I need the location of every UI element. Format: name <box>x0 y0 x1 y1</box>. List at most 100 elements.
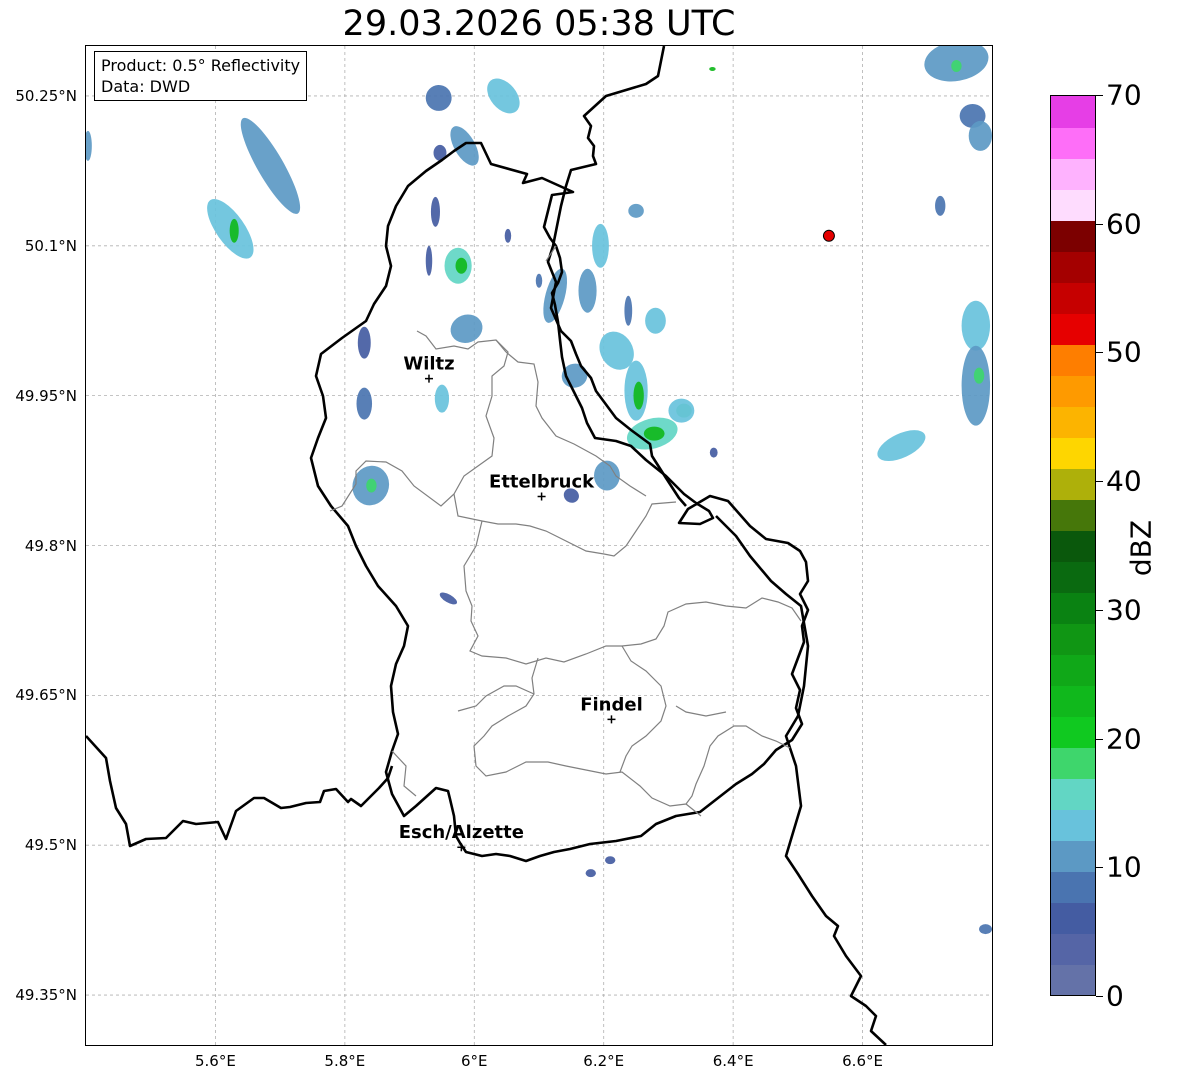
colorbar <box>1050 95 1096 996</box>
radar-echo-cell <box>585 869 596 878</box>
colorbar-tick-label: 0 <box>1106 979 1124 1013</box>
city-label: Ettelbruck <box>489 472 595 493</box>
radar-echo-cell <box>240 117 301 214</box>
colorbar-tick <box>1096 738 1103 740</box>
colorbar-segment <box>1051 685 1095 717</box>
product-label: Product: 0.5° Reflectivity <box>101 56 301 75</box>
colorbar-segment <box>1051 96 1095 128</box>
city-marker <box>424 374 433 383</box>
radar-echo-cell <box>877 430 926 462</box>
radar-echo-cell <box>668 398 695 423</box>
radar-echo-cell <box>643 426 665 441</box>
radar-echo-cell <box>709 66 716 71</box>
latitude-tick-label: 49.95°N <box>15 386 77 405</box>
gridlines <box>86 46 992 1045</box>
colorbar-segment <box>1051 654 1095 686</box>
colorbar-segment <box>1051 840 1095 872</box>
colorbar-unit-label: dBZ <box>1124 519 1158 577</box>
colorbar-tick-label: 20 <box>1106 722 1142 756</box>
radar-echo-cell <box>425 245 433 276</box>
radar-echo-cell <box>709 447 718 458</box>
colorbar-tick <box>1096 352 1103 354</box>
colorbar-segment <box>1051 282 1095 314</box>
radar-echo-cell <box>633 381 644 410</box>
colorbar-segment <box>1051 561 1095 593</box>
radar-echo-cell <box>979 924 992 935</box>
longitude-tick-label: 6.2°E <box>583 1052 625 1070</box>
radar-echo-cell <box>455 257 468 274</box>
colorbar-tick-label: 50 <box>1106 335 1142 369</box>
colorbar-segment <box>1051 437 1095 469</box>
latitude-tick-label: 49.65°N <box>15 686 77 705</box>
colorbar-tick-label: 30 <box>1106 593 1142 627</box>
radar-echo-cell <box>504 228 512 243</box>
radar-echo-cell <box>430 196 440 227</box>
colorbar-segment <box>1051 189 1095 221</box>
radar-echo-cell <box>86 130 92 161</box>
canton-border <box>453 493 677 557</box>
city-label: Wiltz <box>403 354 454 375</box>
colorbar-segment <box>1051 468 1095 500</box>
latitude-tick-label: 49.8°N <box>24 536 77 555</box>
product-info-box: Product: 0.5° Reflectivity Data: DWD <box>94 51 308 101</box>
canton-border <box>457 645 727 817</box>
colorbar-tick-label: 70 <box>1106 78 1142 112</box>
radar-echo-cell <box>356 387 373 420</box>
radar-echo-cell <box>605 856 616 865</box>
radar-site-marker[interactable] <box>822 229 835 242</box>
colorbar-segment <box>1051 747 1095 779</box>
colorbar-tick <box>1096 481 1103 483</box>
colorbar-tick-label: 40 <box>1106 464 1142 498</box>
colorbar-segment <box>1051 809 1095 841</box>
west-border <box>86 735 394 848</box>
latitude-tick-label: 49.35°N <box>15 986 77 1005</box>
radar-echo-cell <box>578 268 597 313</box>
radar-echo-cell <box>450 126 479 166</box>
colorbar-segment <box>1051 158 1095 190</box>
data-source-label: Data: DWD <box>101 77 191 96</box>
radar-echo-cell <box>961 300 991 351</box>
colorbar-tick <box>1096 996 1103 997</box>
colorbar-segment <box>1051 499 1095 531</box>
colorbar-tick <box>1096 867 1103 869</box>
colorbar-segment <box>1051 220 1095 252</box>
radar-echo-cell <box>973 367 985 384</box>
colorbar-tick <box>1096 223 1103 225</box>
longitude-tick-label: 5.8°E <box>324 1052 366 1070</box>
colorbar-segment <box>1051 871 1095 903</box>
radar-echo-cell <box>425 84 452 111</box>
colorbar-segment <box>1051 344 1095 376</box>
canton-border <box>473 657 791 807</box>
colorbar-segment <box>1051 716 1095 748</box>
colorbar-segment <box>1051 127 1095 159</box>
colorbar-segment <box>1051 964 1095 995</box>
latitude-tick-label: 49.5°N <box>24 836 77 855</box>
radar-echo-cell <box>366 478 377 493</box>
radar-echo-cell <box>357 326 371 359</box>
city-marker <box>537 492 546 501</box>
colorbar-segment <box>1051 251 1095 283</box>
radar-echo-cell <box>434 384 450 413</box>
radar-echo-cell <box>592 223 609 268</box>
city-label: Findel <box>580 694 643 715</box>
latitude-tick-label: 50.25°N <box>15 86 77 105</box>
longitude-tick-label: 6.6°E <box>842 1052 883 1070</box>
canton-border <box>463 520 802 665</box>
radar-echo-cell <box>229 218 239 243</box>
colorbar-tick-label: 10 <box>1106 850 1142 884</box>
map-canvas: Wiltz Ettelbruck Findel Esch/Alzette <box>86 46 992 1045</box>
map-panel[interactable]: Wiltz Ettelbruck Findel Esch/Alzette <box>85 45 993 1046</box>
radar-echo-cell <box>968 120 992 151</box>
colorbar-segment <box>1051 530 1095 562</box>
colorbar-segment <box>1051 592 1095 624</box>
city-label: Esch/Alzette <box>399 822 524 843</box>
radar-echo-cell <box>951 59 962 72</box>
colorbar-segment <box>1051 406 1095 438</box>
colorbar-segment <box>1051 313 1095 345</box>
colorbar-segment <box>1051 375 1095 407</box>
colorbar-tick <box>1096 609 1103 611</box>
plot-title: 29.03.2026 05:38 UTC <box>342 4 736 44</box>
radar-echo-cell <box>961 345 991 426</box>
colorbar-segment <box>1051 623 1095 655</box>
longitude-tick-label: 6.4°E <box>712 1052 754 1070</box>
